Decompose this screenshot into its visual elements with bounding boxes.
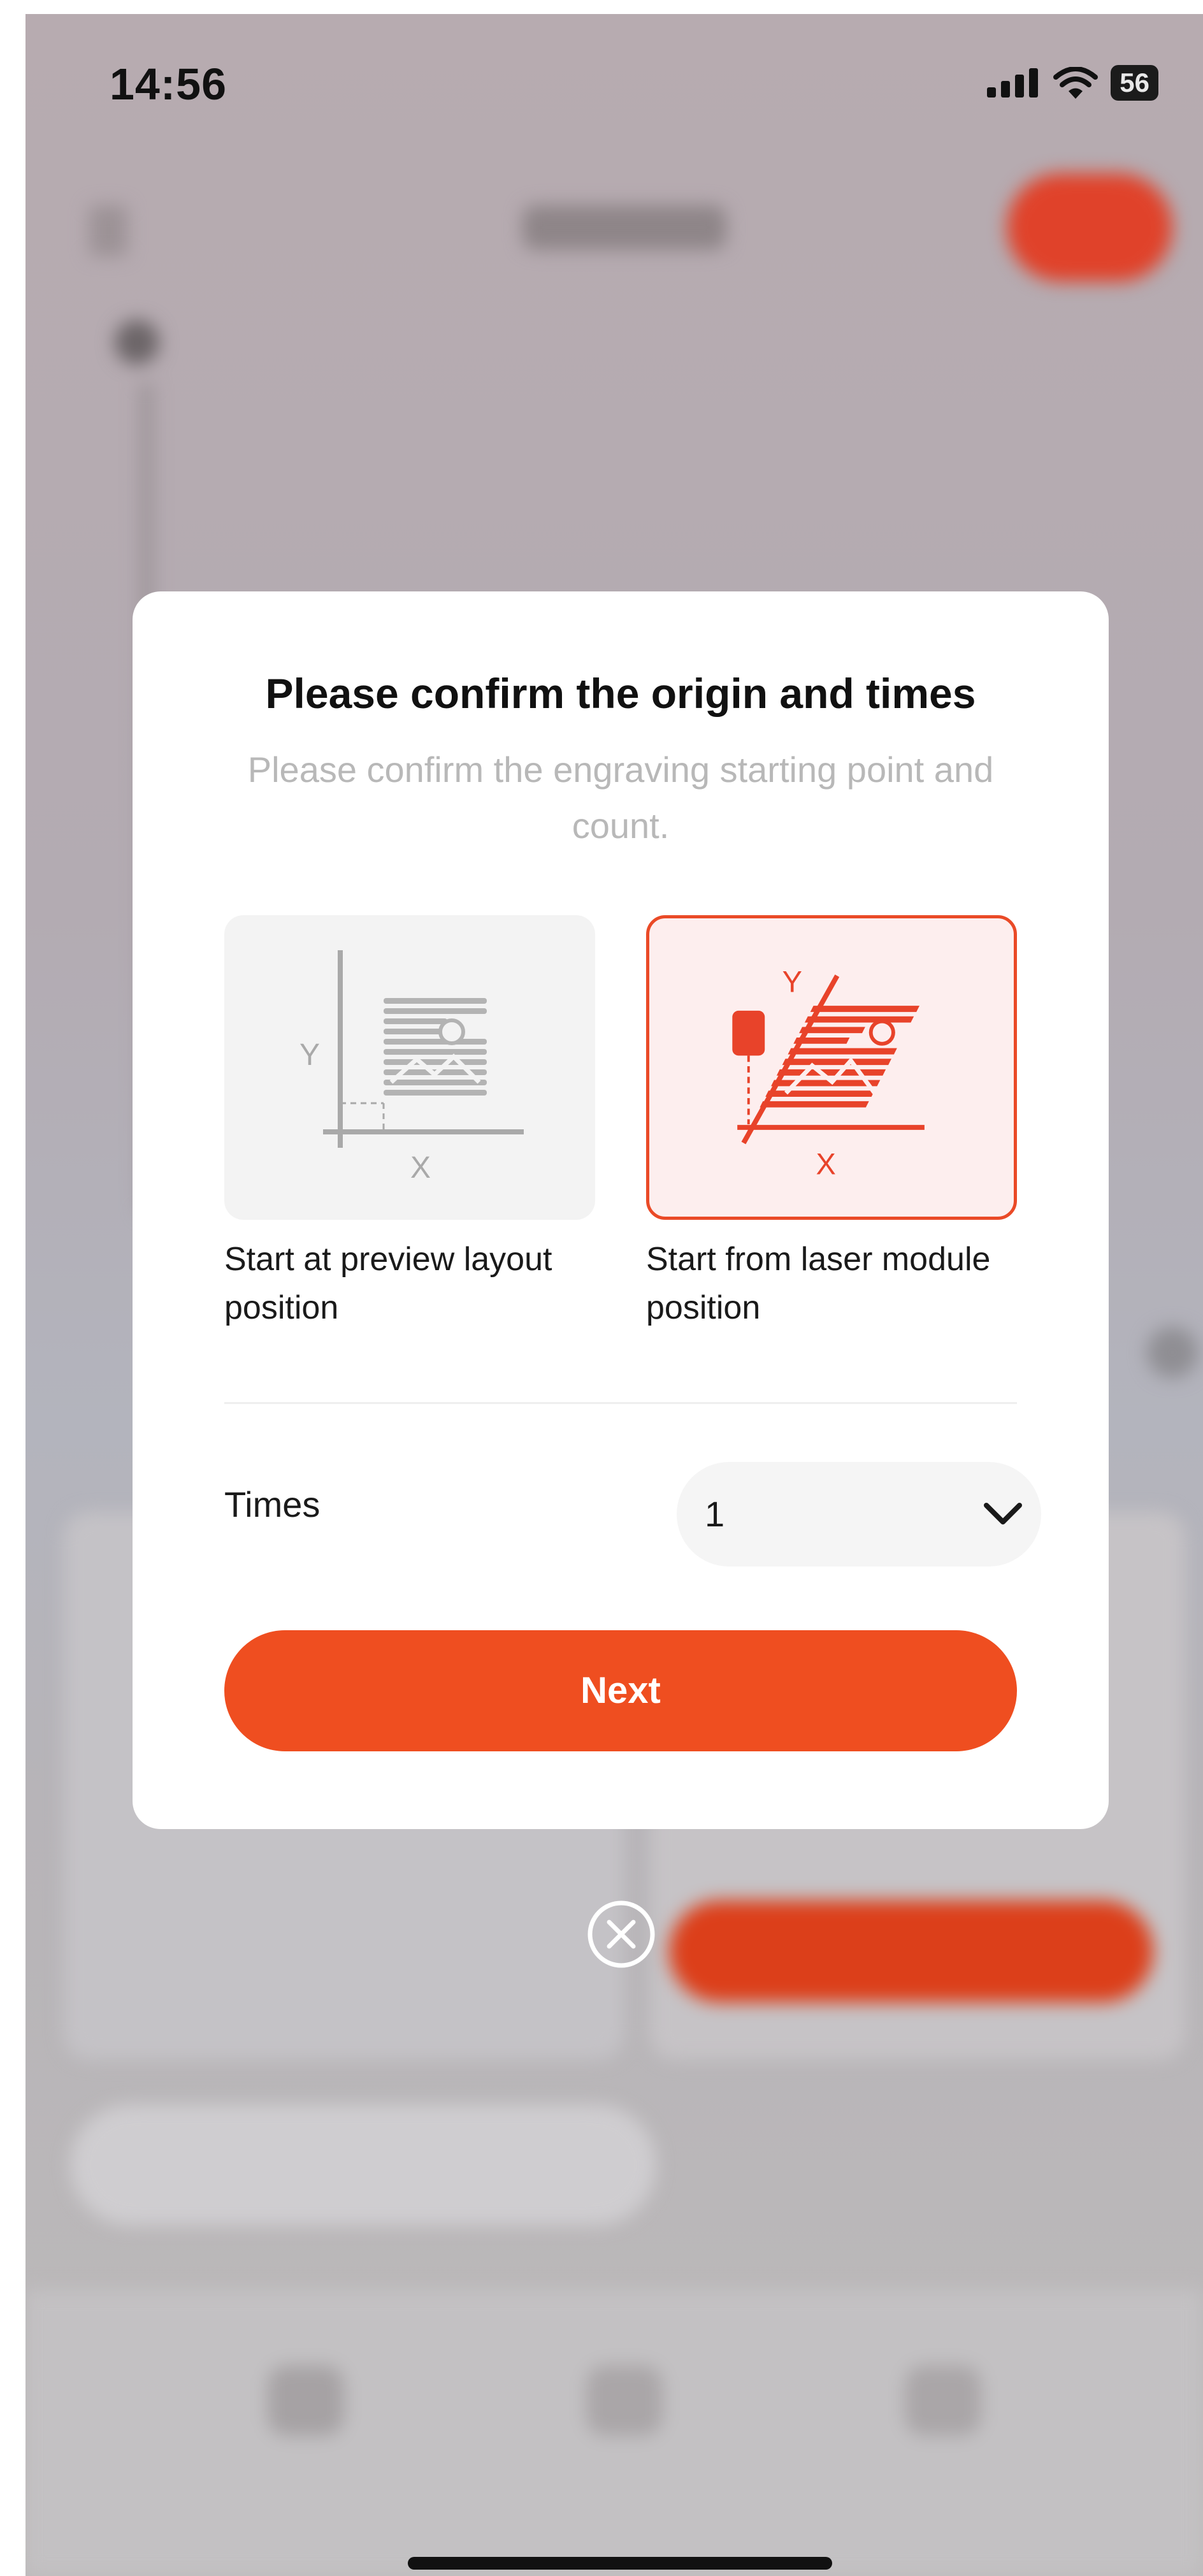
app-screen: 14:56 56 Please confirm the origin and t… [25, 14, 1203, 2576]
laser-origin-illustration-icon: Y X [732, 965, 925, 1180]
option-laser-position[interactable]: Y X [646, 915, 1017, 1220]
option-laser-label: Start from laser module position [646, 1241, 991, 1326]
home-indicator[interactable] [408, 2557, 832, 2570]
preview-axis-y: Y [299, 1038, 320, 1072]
dialog-subtitle: Please confirm the engraving starting po… [247, 749, 994, 846]
chevron-down-icon [984, 1503, 1022, 1524]
next-button[interactable]: Next [224, 1630, 1017, 1751]
option-preview-label: Start at preview layout position [224, 1241, 552, 1326]
laser-axis-x: X [816, 1147, 836, 1180]
times-dropdown[interactable]: 1 [677, 1462, 1041, 1567]
times-value: 1 [705, 1494, 725, 1534]
close-icon[interactable] [586, 1899, 656, 1969]
laser-axis-y: Y [782, 965, 802, 999]
status-icons: 56 [987, 65, 1158, 101]
dialog-title: Please confirm the origin and times [265, 670, 976, 717]
divider [224, 1402, 1017, 1404]
preview-origin-illustration-icon: Y X [299, 950, 524, 1185]
origin-times-dialog: Please confirm the origin and times Plea… [133, 591, 1109, 1829]
option-preview-position[interactable]: Y X [224, 915, 595, 1220]
status-time: 14:56 [110, 59, 227, 109]
battery-icon: 56 [1111, 65, 1158, 101]
wifi-icon [1053, 67, 1099, 99]
cellular-signal-icon [987, 68, 1039, 98]
preview-axis-x: X [410, 1151, 431, 1185]
times-label: Times [224, 1484, 321, 1524]
